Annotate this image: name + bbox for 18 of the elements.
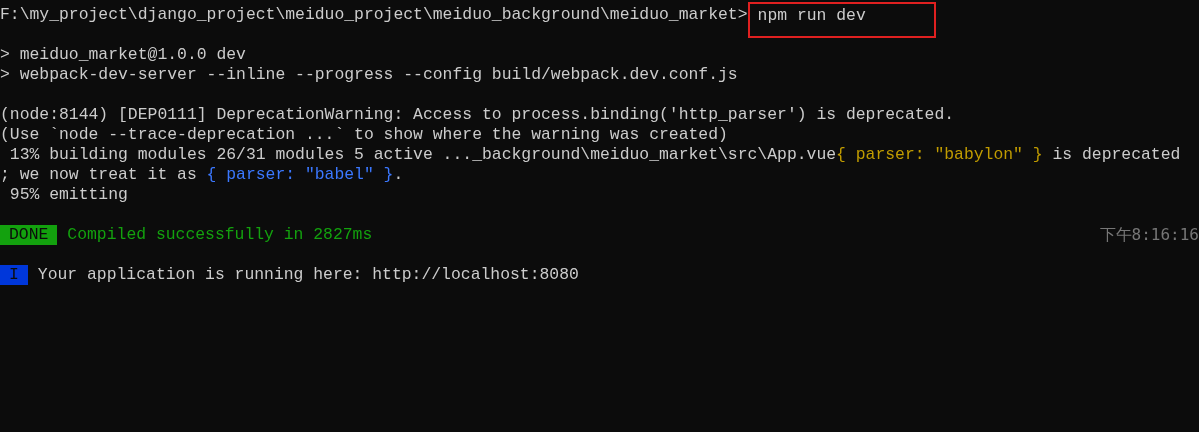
terminal-output-text: 13% building modules 26/31 modules 5 active ..._background\meiduo_market\src\App.vue (8, 145, 837, 165)
warning-text: { parser: "babylon" } (836, 145, 1043, 165)
terminal-output-text: 95% emitting (8, 185, 128, 205)
success-message: Compiled successfully in 2827ms (67, 225, 373, 245)
highlighted-command: npm run dev (747, 2, 936, 38)
terminal-output-text: . (393, 165, 404, 185)
terminal-output-text: > meiduo_market@1.0.0 dev (0, 45, 246, 65)
terminal-output-text: Your application is running here: http://localhost:8080 (37, 265, 579, 285)
terminal-output-text: ; we now treat it as (0, 165, 198, 185)
done-badge: DONE (0, 225, 58, 245)
terminal-output-text: (Use `node --trace-deprecation ...` to show where the warning was created) (0, 125, 728, 145)
timestamp: 下午8:16:16 (1099, 225, 1199, 245)
info-badge: I (0, 265, 28, 285)
parser-text: { parser: "babel" } (206, 165, 394, 185)
terminal-output-text: > webpack-dev-server --inline --progress --config build/webpack.dev.conf.js (0, 65, 738, 85)
terminal-output-text: is deprecated (1051, 145, 1181, 165)
terminal-output-text: F:\my_project\django_project\meiduo_project\meiduo_background\meiduo_market> (0, 5, 748, 25)
terminal-output-text: (node:8144) [DEP0111] DeprecationWarning: Access to process.binding('http_parser') is deprecated. (0, 105, 955, 125)
